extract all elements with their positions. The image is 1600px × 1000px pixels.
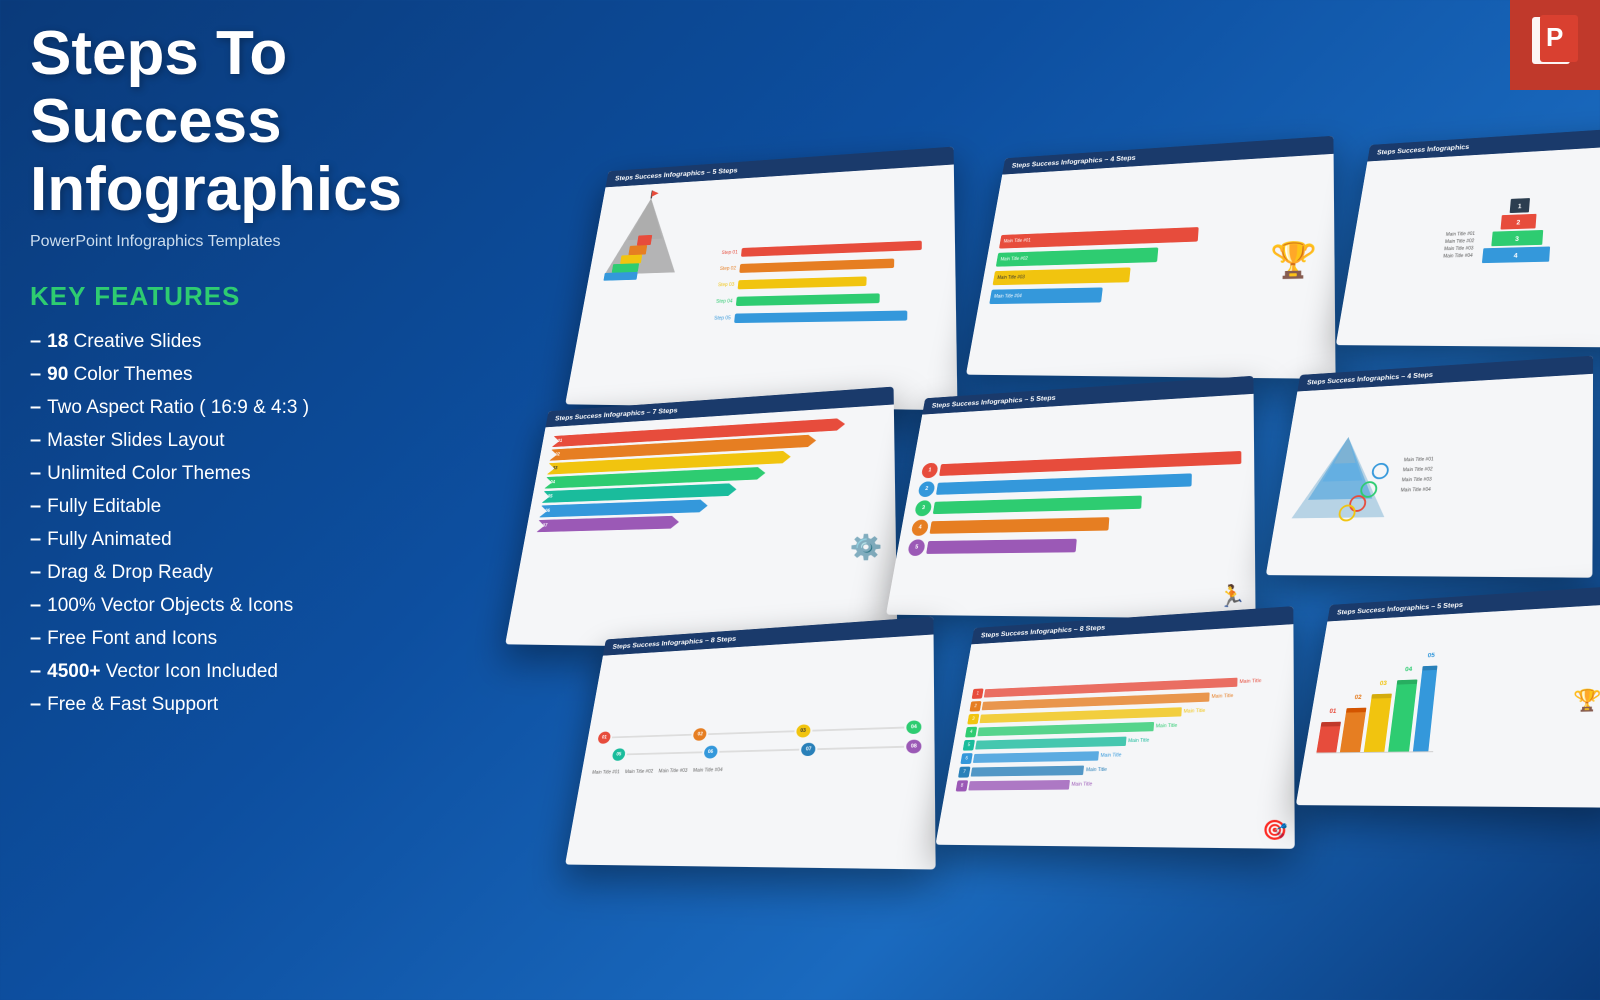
feature-item-4: – Master Slides Layout [30,429,460,452]
slide-4-body: 01 02 03 04 05 06 07 ⚙️ [505,405,897,650]
slide-8-body: 1 Main Title 2 Main Title 3 Main Title 4 [936,624,1295,848]
feature-item-9: – 100% Vector Objects & Icons [30,594,460,617]
feature-item-3: – Two Aspect Ratio ( 16:9 & 4:3 ) [30,396,460,419]
dash-6: – [30,495,41,518]
feature-item-6: – Fully Editable [30,495,460,518]
slide-card-7: Steps Success Infographics – 8 Steps 01 … [565,617,936,870]
ppt-icon-badge: P [1510,0,1600,90]
slide-card-5: Steps Success Infographics – 5 Steps 1 2… [886,376,1256,619]
dash-3: – [30,396,41,419]
left-panel: Steps To Success Infographics PowerPoint… [30,20,460,726]
dash-2: – [30,363,41,386]
dash-1: – [30,330,41,353]
slide-card-6: Steps Success Infographics – 4 Steps Mai… [1266,356,1593,578]
slide-card-9: Steps Success Infographics – 5 Steps 01 … [1296,586,1600,808]
slide-4-arrows: 01 02 03 04 05 06 07 [532,412,887,536]
dash-9: – [30,594,41,617]
svg-text:02: 02 [1354,694,1363,701]
dash-8: – [30,561,41,584]
slide-6-body: Main Title #01 Main Title #02 Main Title… [1266,374,1593,577]
slide-card-8: Steps Success Infographics – 8 Steps 1 M… [935,606,1294,849]
slide-7-body: 01 02 03 04 05 06 07 08 [565,634,935,868]
features-list: – 18 Creative Slides – 90 Color Themes –… [30,330,460,716]
slide-3-body: Main Title #01 Main Title #02 Main Title… [1336,144,1600,347]
svg-text:04: 04 [1405,666,1413,673]
svg-text:03: 03 [1379,680,1387,687]
slide-card-1: Steps Success Infographics – 5 Steps [565,147,957,411]
slide-5-body: 1 2 3 4 5 � [886,394,1255,618]
dash-12: – [30,693,41,716]
feature-item-7: – Fully Animated [30,528,460,551]
feature-item-1: – 18 Creative Slides [30,330,460,353]
key-features-heading: KEY FEATURES [30,281,460,312]
svg-text:01: 01 [1329,707,1338,714]
feature-item-2: – 90 Color Themes [30,363,460,386]
svg-text:05: 05 [1427,652,1435,659]
slide-card-3: Steps Success Infographics Main Title #0… [1336,126,1600,348]
slide-card-4: Steps Success Infographics – 7 Steps 01 … [505,387,897,651]
feature-bold-11: 4500+ [47,661,100,682]
slide-1-body: Step 01 Step 02 Step 03 Step 04 Step 05 [565,165,957,410]
feature-bold-2: 90 [47,364,68,385]
feature-item-5: – Unlimited Color Themes [30,462,460,485]
slides-container: Steps Success Infographics – 5 Steps [510,120,1600,940]
dash-7: – [30,528,41,551]
feature-item-11: – 4500+ Vector Icon Included [30,660,460,683]
main-title: Steps To Success Infographics [30,20,460,225]
subtitle: PowerPoint Infographics Templates [30,233,460,251]
svg-text:P: P [1546,22,1563,52]
ppt-icon-label: P [1530,13,1580,78]
slide-2-body: Main Title #01 Main Title #02 Main Title… [966,154,1335,378]
feature-item-10: – Free Font and Icons [30,627,460,650]
feature-item-8: – Drag & Drop Ready [30,561,460,584]
dash-11: – [30,660,41,683]
dash-4: – [30,429,41,452]
slide-9-body: 01 02 03 04 05 [1296,604,1600,807]
feature-item-12: – Free & Fast Support [30,693,460,716]
dash-10: – [30,627,41,650]
feature-bold-1: 18 [47,331,68,352]
dash-5: – [30,462,41,485]
slide-card-2: Steps Success Infographics – 4 Steps Mai… [966,136,1336,379]
